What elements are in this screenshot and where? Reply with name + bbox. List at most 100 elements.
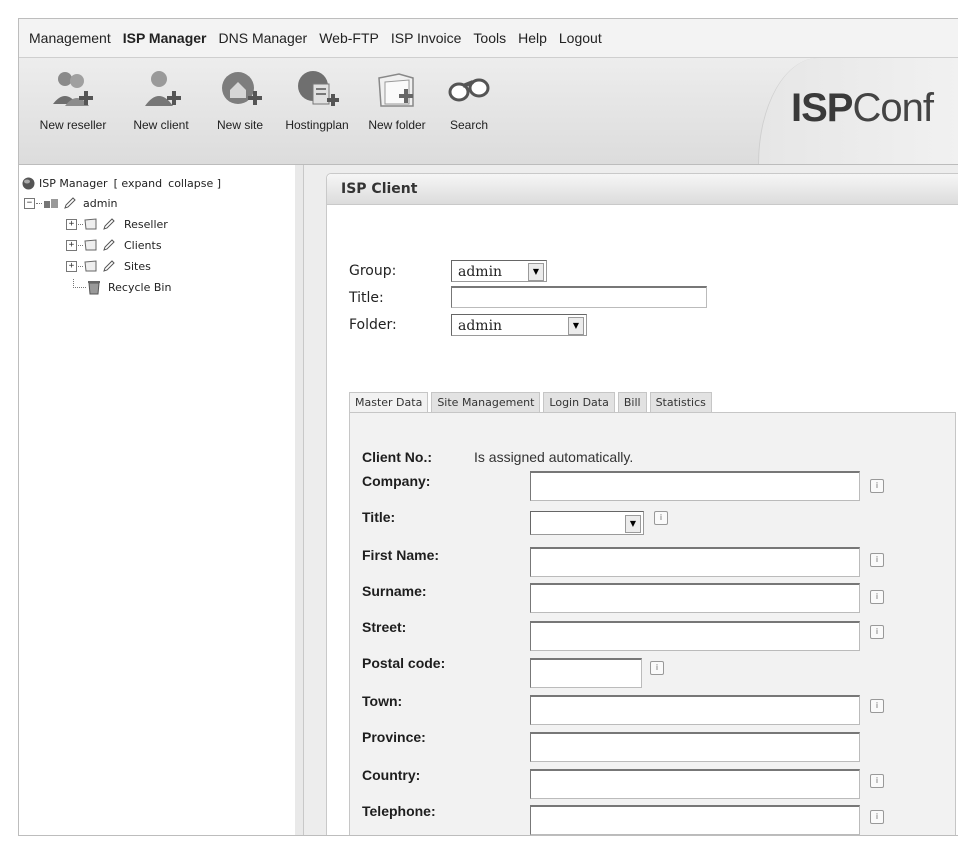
ispconfig-logo: ISPConf [791, 86, 934, 130]
chevron-down-icon: ▼ [568, 317, 584, 335]
new-site-button[interactable]: New site [205, 68, 275, 132]
tree-recycle-label[interactable]: Recycle Bin [108, 281, 171, 294]
street-input[interactable] [530, 621, 860, 651]
chevron-down-icon: ▼ [625, 515, 641, 533]
info-icon[interactable]: i [870, 479, 884, 493]
company-input[interactable] [530, 471, 860, 501]
group-select[interactable]: admin ▼ [451, 260, 547, 282]
new-folder-button[interactable]: New folder [359, 68, 435, 132]
search-button[interactable]: Search [439, 68, 499, 132]
town-input[interactable] [530, 695, 860, 725]
menu-help[interactable]: Help [512, 30, 553, 46]
province-input[interactable] [530, 732, 860, 762]
folder-label: Folder: [349, 317, 397, 333]
group-select-value: admin [458, 264, 503, 280]
town-label: Town: [362, 693, 403, 709]
pencil-icon[interactable] [102, 217, 116, 231]
company-label: Company: [362, 473, 431, 489]
menu-dns-manager[interactable]: DNS Manager [213, 30, 314, 46]
surname-input[interactable] [530, 583, 860, 613]
hostingplan-label: Hostingplan [285, 118, 349, 132]
main-content: ISP Client Group: admin ▼ Title: Folder:… [304, 165, 958, 835]
expand-toggle-icon[interactable]: + [66, 239, 77, 251]
title-field-label: Title: [362, 509, 396, 525]
menu-logout[interactable]: Logout [553, 30, 608, 46]
first-name-input[interactable] [530, 547, 860, 577]
tree-clients-label[interactable]: Clients [124, 239, 162, 252]
new-reseller-button[interactable]: New reseller [27, 68, 119, 132]
first-name-label: First Name: [362, 547, 440, 563]
menu-tools[interactable]: Tools [467, 30, 512, 46]
pencil-icon[interactable] [102, 259, 116, 273]
info-icon[interactable]: i [870, 810, 884, 824]
tree-root: ISP Manager [ expand collapse ] [22, 177, 221, 190]
tab-master-data[interactable]: Master Data [349, 392, 429, 412]
toolbar: New reseller New client New site Hosting… [19, 58, 958, 165]
tree-expand-link[interactable]: [ expand [114, 177, 163, 190]
tree-node-reseller[interactable]: + Reseller [66, 217, 168, 231]
tree-node-sites[interactable]: + Sites [66, 259, 151, 273]
tab-login-data[interactable]: Login Data [543, 392, 615, 412]
tree-collapse-link[interactable]: collapse ] [168, 177, 221, 190]
info-icon[interactable]: i [870, 699, 884, 713]
new-client-button[interactable]: New client [121, 68, 201, 132]
menu-management[interactable]: Management [19, 30, 117, 46]
server-group-icon [44, 199, 58, 208]
new-site-label: New site [216, 118, 263, 132]
folder-icon [378, 73, 414, 107]
tree-sites-label[interactable]: Sites [124, 260, 151, 273]
logo-area: ISPConf [758, 58, 958, 164]
tree-reseller-label[interactable]: Reseller [124, 218, 168, 231]
panel-splitter[interactable] [295, 165, 304, 835]
info-icon[interactable]: i [870, 625, 884, 639]
info-icon[interactable]: i [654, 511, 668, 525]
title-input[interactable] [451, 286, 707, 308]
folder-icon [84, 218, 97, 230]
info-icon[interactable]: i [870, 553, 884, 567]
new-client-label: New client [133, 118, 189, 132]
hostingplan-button[interactable]: Hostingplan [277, 68, 357, 132]
tree-admin-label[interactable]: admin [83, 197, 117, 210]
trash-icon [88, 281, 100, 295]
new-reseller-label: New reseller [39, 118, 107, 132]
pencil-icon[interactable] [63, 196, 77, 210]
street-label: Street: [362, 619, 407, 635]
folder-icon [84, 239, 97, 251]
title-label: Title: [349, 290, 384, 306]
title-select[interactable]: ▼ [530, 511, 644, 535]
surname-label: Surname: [362, 583, 427, 599]
postal-code-label: Postal code: [362, 655, 446, 671]
info-icon[interactable]: i [870, 590, 884, 604]
tab-bill[interactable]: Bill [617, 392, 647, 412]
tab-bar: Master Data Site Management Login Data B… [349, 392, 715, 412]
menu-isp-manager[interactable]: ISP Manager [117, 30, 213, 46]
telephone-label: Telephone: [362, 803, 436, 819]
info-icon[interactable]: i [650, 661, 664, 675]
menu-web-ftp[interactable]: Web-FTP [313, 30, 385, 46]
new-folder-label: New folder [368, 118, 426, 132]
tree-node-recycle-bin[interactable]: Recycle Bin [73, 278, 171, 295]
reseller-icon [53, 72, 93, 106]
client-no-label: Client No.: [362, 449, 432, 465]
pencil-icon[interactable] [102, 238, 116, 252]
group-label: Group: [349, 263, 397, 279]
tab-site-management[interactable]: Site Management [431, 392, 541, 412]
globe-icon [22, 177, 35, 190]
menu-isp-invoice[interactable]: ISP Invoice [385, 30, 468, 46]
expand-toggle-icon[interactable]: + [66, 218, 77, 230]
expand-toggle-icon[interactable]: + [66, 260, 77, 272]
tree-node-clients[interactable]: + Clients [66, 238, 162, 252]
tree-node-admin[interactable]: − admin [24, 196, 117, 210]
panel-title: ISP Client [327, 174, 958, 205]
client-no-value: Is assigned automatically. [474, 449, 634, 465]
app-window: Management ISP Manager DNS Manager Web-F… [18, 18, 958, 836]
country-input[interactable] [530, 769, 860, 799]
postal-code-input[interactable] [530, 658, 642, 688]
tree-root-label[interactable]: ISP Manager [39, 177, 108, 190]
folder-select[interactable]: admin ▼ [451, 314, 587, 336]
tab-statistics[interactable]: Statistics [649, 392, 712, 412]
telephone-input[interactable] [530, 805, 860, 835]
collapse-toggle-icon[interactable]: − [24, 197, 35, 209]
folder-icon [84, 260, 97, 272]
info-icon[interactable]: i [870, 774, 884, 788]
